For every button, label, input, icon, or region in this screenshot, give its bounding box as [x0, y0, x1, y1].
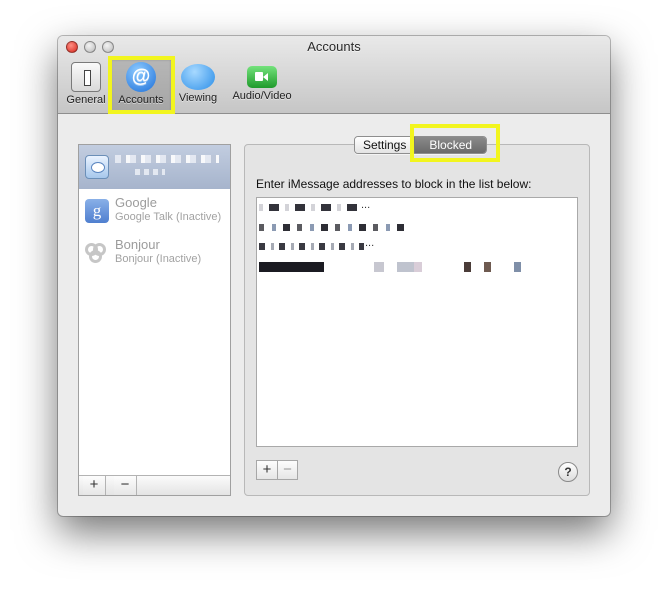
redacted-account-status [135, 169, 165, 175]
redacted-account-name [115, 155, 219, 163]
help-button[interactable]: ? [558, 462, 578, 482]
accounts-tab-highlight-annotation [108, 56, 175, 114]
tab-settings[interactable]: Settings [355, 137, 415, 153]
toolbar-tab-viewing[interactable]: Viewing [174, 62, 222, 104]
imessage-icon [85, 155, 109, 179]
account-status: Bonjour (Inactive) [115, 253, 202, 265]
general-switch-icon [71, 62, 101, 92]
blocked-address-item[interactable] [259, 243, 364, 250]
account-row-google[interactable]: g Google Google Talk (Inactive) [79, 189, 230, 233]
toolbar-tab-label: General [66, 94, 106, 106]
window-title: Accounts [307, 39, 361, 54]
add-blocked-button[interactable]: + [257, 461, 277, 479]
truncation-ellipsis: ... [361, 199, 371, 211]
blocked-address-item[interactable] [259, 224, 409, 231]
blocked-tab-highlight-annotation [410, 124, 500, 162]
truncation-ellipsis: ... [365, 237, 375, 249]
toolbar-tab-label: Audio/Video [232, 90, 292, 102]
blocked-addresses-list[interactable]: ... ... [256, 197, 578, 447]
toolbar-tab-label: Viewing [178, 92, 218, 104]
video-camera-icon [247, 66, 277, 88]
google-g-icon: g [85, 199, 109, 223]
account-name: Google [115, 195, 157, 210]
blocked-address-item[interactable] [259, 204, 359, 211]
remove-blocked-button[interactable]: − [277, 461, 297, 479]
account-row-bonjour[interactable]: Bonjour Bonjour (Inactive) [79, 231, 230, 275]
accounts-list[interactable]: g Google Google Talk (Inactive) Bonjour … [78, 144, 231, 496]
blocked-instructions: Enter iMessage addresses to block in the… [256, 177, 532, 191]
remove-account-button[interactable]: − [114, 476, 137, 495]
account-status: Google Talk (Inactive) [115, 211, 222, 223]
account-row-imessage[interactable] [79, 145, 230, 189]
speech-bubble-icon [181, 64, 215, 90]
account-name: Bonjour [115, 237, 160, 252]
blocked-list-toolbar: + − [256, 460, 298, 480]
toolbar-tab-audio-video[interactable]: Audio/Video [226, 62, 298, 102]
bonjour-icon [85, 241, 109, 265]
accounts-list-toolbar: + − [79, 475, 230, 495]
add-account-button[interactable]: + [83, 476, 106, 495]
blocked-address-item[interactable] [259, 262, 529, 272]
toolbar-tab-general[interactable]: General [64, 62, 108, 106]
